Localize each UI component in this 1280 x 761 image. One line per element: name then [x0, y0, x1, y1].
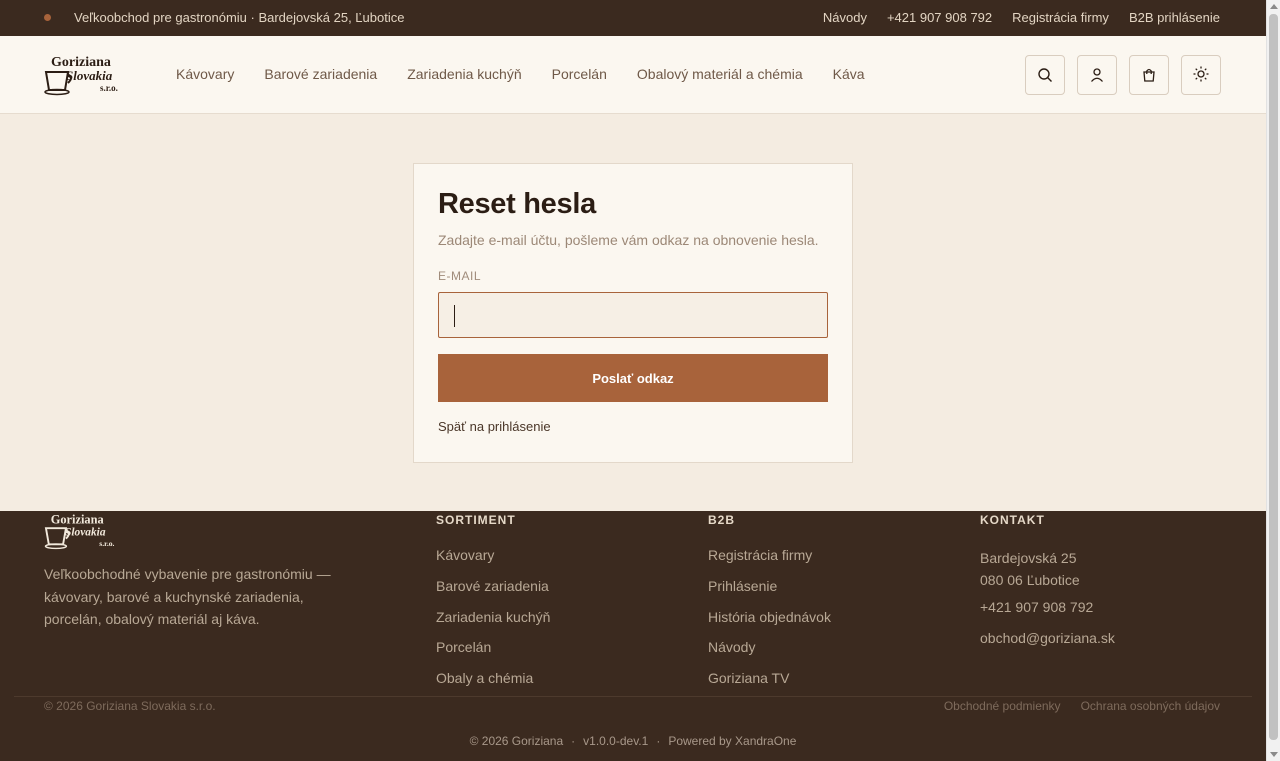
footer-bottom-line: © 2026 Goriziana · v1.0.0-dev.1 · Powered by…	[0, 734, 1266, 748]
nav-item-packaging-chemistry[interactable]: Obalový materiál a chémia	[637, 66, 803, 82]
site-header: Goriziana Slovakia s.r.o. Kávovary Barov…	[0, 36, 1266, 114]
footer-link[interactable]: Kávovary	[436, 547, 550, 563]
footer-heading-kontakt: KONTAKT	[980, 513, 1045, 527]
logo-text-line2: Slovakia	[66, 68, 113, 83]
nav-item-coffee-machines[interactable]: Kávovary	[176, 66, 234, 82]
footer-column-b2b: B2B Registrácia firmy Prihlásenie Histór…	[708, 513, 831, 701]
footer-logo-text-line2: Slovakia	[65, 527, 106, 539]
email-field[interactable]	[438, 292, 828, 338]
account-button[interactable]	[1077, 55, 1117, 95]
separator: ·	[571, 734, 576, 748]
footer-logo[interactable]: Goriziana Slovakia s.r.o.	[44, 511, 126, 551]
footer-description: Veľkoobchodné vybavenie pre gastronómiu …	[44, 566, 331, 627]
reset-password-card: Reset hesla Zadajte e-mail účtu, pošleme…	[413, 163, 853, 463]
logo-text-line3: s.r.o.	[100, 83, 118, 93]
footer-divider	[14, 696, 1252, 697]
address-line-2: 080 06 Ľubotice	[980, 572, 1080, 588]
vertical-scrollbar[interactable]	[1266, 0, 1280, 761]
nav-item-coffee[interactable]: Káva	[833, 66, 865, 82]
footer-link[interactable]: Návody	[708, 639, 831, 655]
footer-copyright: © 2026 Goriziana Slovakia s.r.o.	[44, 699, 216, 713]
site-footer: Goriziana Slovakia s.r.o. Veľkoobchodné …	[0, 511, 1266, 761]
terms-link[interactable]: Obchodné podmienky	[944, 699, 1061, 713]
header-actions	[1025, 55, 1221, 95]
address-line-1: Bardejovská 25	[980, 550, 1077, 566]
scroll-down-icon[interactable]	[1270, 752, 1278, 757]
powered-by-link[interactable]: Powered by XandraOne	[668, 734, 796, 748]
footer-link[interactable]: Obaly a chémia	[436, 670, 550, 686]
main-nav: Kávovary Barové zariadenia Zariadenia ku…	[176, 66, 865, 82]
footer-heading-sortiment: SORTIMENT	[436, 513, 516, 527]
footer-phone-link[interactable]: +421 907 908 792	[980, 599, 1115, 615]
scroll-up-icon[interactable]	[1270, 4, 1278, 9]
page-title: Reset hesla	[438, 188, 596, 220]
text-cursor	[454, 305, 455, 327]
footer-address: Bardejovská 25 080 06 Ľubotice	[980, 547, 1115, 591]
top-bar-links: Návody +421 907 908 792 Registrácia firm…	[823, 10, 1220, 25]
cart-button[interactable]	[1129, 55, 1169, 95]
top-bar: Veľkoobchod pre gastronómiu · Bardejovsk…	[0, 0, 1266, 36]
footer-column-kontakt: KONTAKT Bardejovská 25 080 06 Ľubotice +…	[980, 513, 1115, 661]
user-icon	[1091, 68, 1103, 82]
footer-link[interactable]: Prihlásenie	[708, 578, 831, 594]
separator: ·	[656, 734, 661, 748]
logo[interactable]: Goriziana Slovakia s.r.o.	[44, 52, 130, 98]
footer-email-link[interactable]: obchod@goriziana.sk	[980, 630, 1115, 646]
bottom-copyright: © 2026 Goriziana	[469, 734, 564, 748]
email-label: E-MAIL	[438, 269, 482, 283]
search-icon	[1038, 68, 1052, 82]
top-link-b2b-login[interactable]: B2B prihlásenie	[1129, 10, 1220, 25]
top-bar-tagline: Veľkoobchod pre gastronómiu · Bardejovsk…	[74, 10, 405, 25]
nav-item-kitchen-equipment[interactable]: Zariadenia kuchýň	[407, 66, 521, 82]
top-link-phone[interactable]: +421 907 908 792	[887, 10, 992, 25]
footer-link[interactable]: História objednávok	[708, 609, 831, 625]
footer-link[interactable]: Goriziana TV	[708, 670, 831, 686]
send-link-button[interactable]: Poslať odkaz	[438, 354, 828, 402]
top-link-guides[interactable]: Návody	[823, 10, 867, 25]
footer-link[interactable]: Barové zariadenia	[436, 578, 550, 594]
version-label: v1.0.0-dev.1	[583, 734, 649, 748]
footer-link[interactable]: Zariadenia kuchýň	[436, 609, 550, 625]
footer-column-sortiment: SORTIMENT Kávovary Barové zariadenia Zar…	[436, 513, 550, 701]
footer-logo-text-line3: s.r.o.	[99, 539, 114, 548]
page-subtitle: Zadajte e-mail účtu, pošleme vám odkaz n…	[438, 232, 819, 248]
sun-icon	[1193, 66, 1209, 82]
privacy-link[interactable]: Ochrana osobných údajov	[1081, 699, 1220, 713]
footer-heading-b2b: B2B	[708, 513, 736, 527]
search-button[interactable]	[1025, 55, 1065, 95]
top-link-company-registration[interactable]: Registrácia firmy	[1012, 10, 1109, 25]
scrollbar-thumb[interactable]	[1269, 14, 1278, 740]
footer-link[interactable]: Registrácia firmy	[708, 547, 831, 563]
back-to-login-link[interactable]: Späť na prihlásenie	[438, 419, 551, 434]
footer-logo-text-line1: Goriziana	[51, 512, 104, 526]
nav-item-bar-equipment[interactable]: Barové zariadenia	[264, 66, 377, 82]
status-dot-icon	[44, 14, 51, 21]
theme-toggle-button[interactable]	[1181, 55, 1221, 95]
nav-item-porcelain[interactable]: Porcelán	[552, 66, 607, 82]
footer-link[interactable]: Porcelán	[436, 639, 550, 655]
cart-icon	[1143, 68, 1155, 82]
footer-legal-links: Obchodné podmienky Ochrana osobných údaj…	[944, 699, 1220, 713]
